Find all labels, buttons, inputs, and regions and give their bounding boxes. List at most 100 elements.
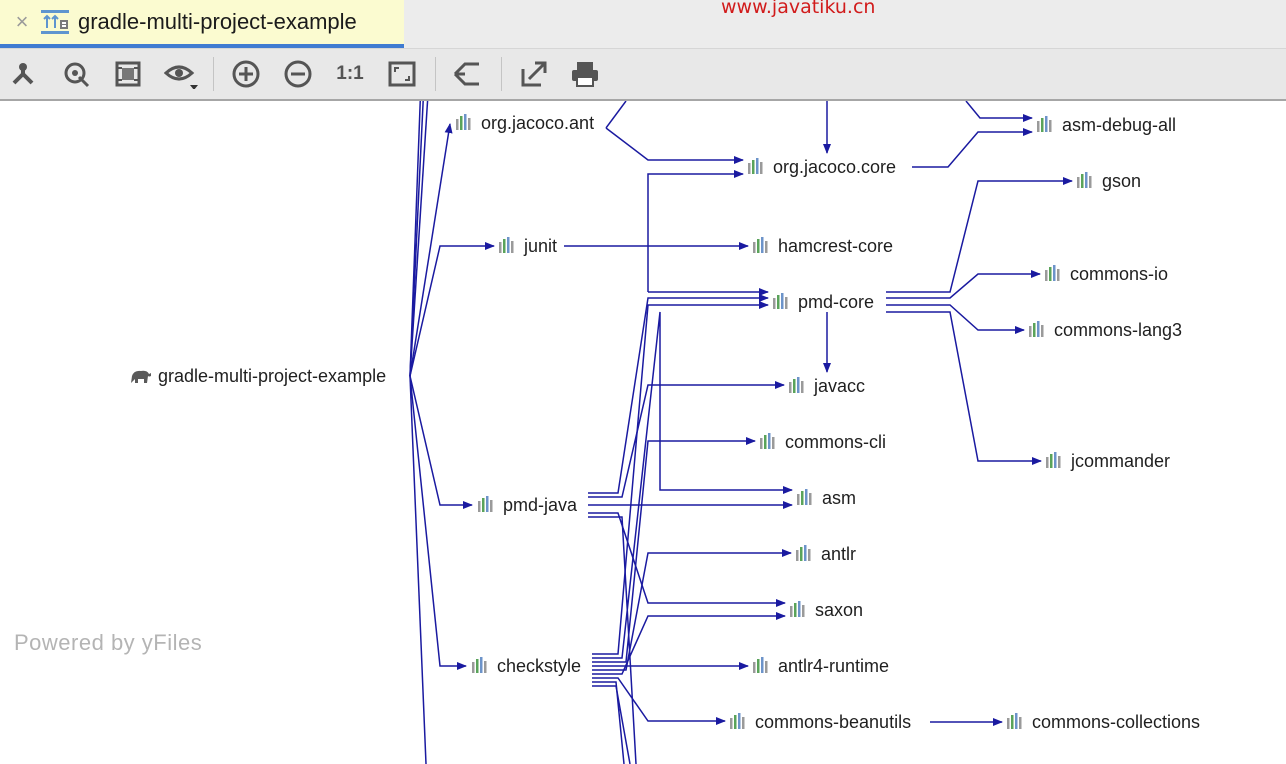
graph-node-org-jacoco-core[interactable]: org.jacoco.core	[747, 156, 896, 178]
graph-node-commons-io[interactable]: commons-io	[1044, 263, 1168, 285]
library-icon	[1037, 116, 1052, 132]
graph-node-asm[interactable]: asm	[796, 487, 856, 509]
graph-node-commons-cli[interactable]: commons-cli	[759, 431, 886, 453]
dependency-edge	[647, 170, 744, 292]
hierarchy-icon[interactable]	[452, 59, 482, 89]
graph-node-label: commons-collections	[1032, 712, 1201, 732]
graph-root-node[interactable]: gradle-multi-project-example	[130, 365, 386, 387]
graph-node-label: pmd-java	[503, 495, 578, 515]
graph-node-antlr4-runtime[interactable]: antlr4-runtime	[752, 655, 889, 677]
dependency-edge	[912, 128, 1033, 168]
toolbar-separator	[213, 57, 214, 91]
actual-size-icon[interactable]: 1:1	[334, 59, 366, 89]
graph-node-label: asm-debug-all	[1062, 115, 1177, 135]
library-icon	[753, 657, 768, 673]
fit-page-icon[interactable]	[387, 59, 417, 89]
graph-node-label: antlr4-runtime	[778, 656, 890, 676]
dependency-edge	[886, 311, 1042, 465]
graph-node-antlr[interactable]: antlr	[795, 543, 856, 565]
graph-node-pmd-core[interactable]: pmd-core	[772, 291, 874, 313]
dependency-edge	[886, 304, 1025, 334]
graph-node-commons-beanutils[interactable]: commons-beanutils	[729, 711, 911, 733]
graph-node-label: saxon	[815, 600, 864, 620]
select-frame-icon[interactable]	[113, 59, 143, 89]
editor-tab[interactable]: × gradle-multi-project-example	[0, 0, 404, 48]
layout-tree-icon[interactable]	[8, 59, 38, 89]
library-icon	[1046, 452, 1061, 468]
gradle-dependencies-icon	[40, 8, 70, 36]
dependency-edge	[605, 127, 744, 164]
graph-node-commons-collections[interactable]: commons-collections	[1006, 711, 1200, 733]
library-icon	[797, 489, 812, 505]
library-icon	[1029, 321, 1044, 337]
graph-node-hamcrest-core[interactable]: hamcrest-core	[752, 235, 893, 257]
graph-node-pmd-java[interactable]: pmd-java	[477, 494, 577, 516]
graph-node-label: commons-cli	[785, 432, 887, 452]
dependency-edge	[409, 101, 429, 377]
graph-root-label: gradle-multi-project-example	[158, 366, 387, 386]
graph-node-label: commons-lang3	[1054, 320, 1183, 340]
library-icon	[478, 496, 493, 512]
tab-active-indicator	[0, 44, 404, 48]
zoom-out-icon[interactable]	[283, 59, 313, 89]
dependency-edge	[409, 375, 473, 509]
view-options-icon[interactable]	[163, 59, 200, 90]
graph-node-label: hamcrest-core	[778, 236, 894, 256]
graph-node-jcommander[interactable]: jcommander	[1045, 450, 1170, 472]
tab-title: gradle-multi-project-example	[78, 9, 357, 34]
dependency-edge	[588, 512, 786, 607]
graph-node-javacc[interactable]: javacc	[788, 375, 865, 397]
library-icon	[760, 433, 775, 449]
dependency-edge	[965, 101, 1033, 122]
graph-node-label: javacc	[814, 376, 866, 396]
graph-node-label: junit	[524, 236, 558, 256]
dependency-edge	[592, 685, 631, 764]
dependency-edge	[592, 301, 769, 655]
export-icon[interactable]	[519, 59, 549, 89]
graph-node-saxon[interactable]: saxon	[789, 599, 863, 621]
dependency-edge	[588, 294, 769, 494]
graph-node-label: commons-beanutils	[755, 712, 912, 732]
dependency-edge	[409, 242, 495, 377]
toolbar-separator	[501, 57, 502, 91]
dependency-edge	[592, 677, 726, 725]
dependency-graph-canvas[interactable]: org.jacoco.ant org.jacoco.core asm-debug-a…	[0, 101, 1286, 764]
library-icon	[730, 713, 745, 729]
graph-node-org-jacoco-ant[interactable]: org.jacoco.ant	[455, 112, 594, 134]
graph-node-label: org.jacoco.core	[773, 157, 897, 177]
graph-node-checkstyle[interactable]: checkstyle	[471, 655, 581, 677]
library-icon	[1077, 172, 1092, 188]
library-icon	[499, 237, 514, 253]
dependency-edge	[592, 681, 625, 764]
graph-node-label: pmd-core	[798, 292, 875, 312]
dependency-edge	[409, 375, 467, 670]
graph-edges	[409, 101, 1073, 764]
graph-node-commons-lang3[interactable]: commons-lang3	[1028, 319, 1182, 341]
library-icon	[789, 377, 804, 393]
library-icon	[753, 237, 768, 253]
zoom-in-icon[interactable]	[231, 59, 261, 89]
powered-by-label: Powered by yFiles	[14, 630, 203, 655]
library-icon	[1007, 713, 1022, 729]
dependency-edge	[592, 437, 756, 663]
library-icon	[796, 545, 811, 561]
dependency-edge	[605, 101, 627, 129]
graph-node-label: jcommander	[1071, 451, 1171, 471]
close-icon[interactable]: ×	[12, 11, 32, 33]
editor-tab-bar: × gradle-multi-project-example www.javat…	[0, 0, 1286, 49]
graph-node-label: commons-io	[1070, 264, 1169, 284]
gradle-elephant-icon	[131, 370, 151, 383]
graph-node-label: asm	[822, 488, 857, 508]
library-icon	[748, 158, 763, 174]
graph-node-gson[interactable]: gson	[1076, 170, 1141, 192]
watermark: www.javatiku.cn	[721, 0, 876, 18]
graph-node-junit[interactable]: junit	[498, 235, 557, 257]
dependency-edge	[886, 270, 1041, 299]
toolbar-separator	[435, 57, 436, 91]
library-icon	[472, 657, 487, 673]
library-icon	[790, 601, 805, 617]
fit-content-icon[interactable]	[62, 59, 92, 89]
graph-node-asm-debug-all[interactable]: asm-debug-all	[1036, 114, 1176, 136]
library-icon	[456, 114, 471, 130]
print-icon[interactable]	[570, 59, 600, 89]
